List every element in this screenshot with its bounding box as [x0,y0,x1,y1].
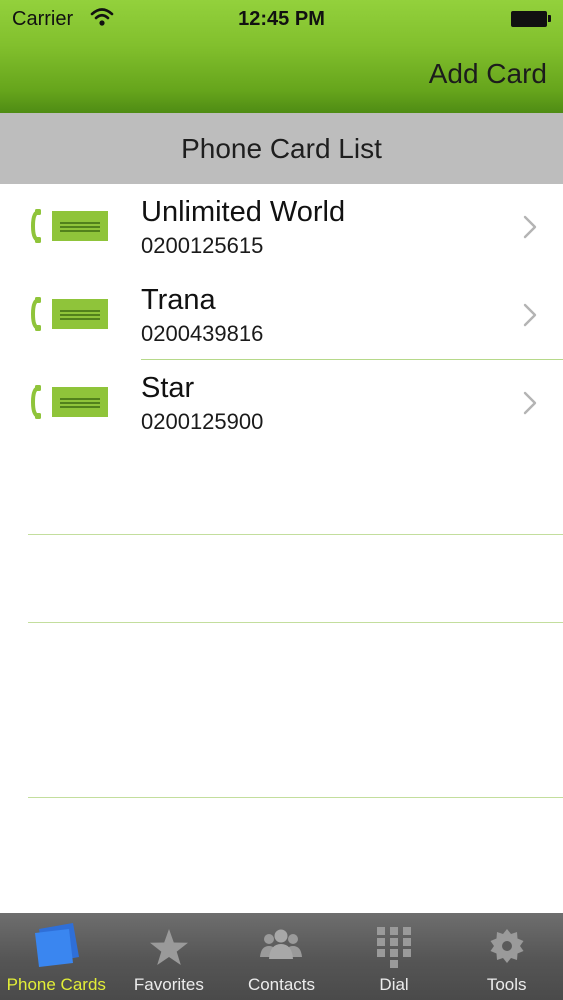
add-card-button[interactable]: Add Card [429,58,547,90]
section-title: Phone Card List [0,113,563,184]
phone-card-icon [30,297,108,331]
chevron-right-icon [523,391,537,415]
tab-contacts[interactable]: Contacts [225,913,338,1000]
card-row-unlimited-world[interactable]: Unlimited World 0200125615 [0,184,563,272]
tab-label: Tools [486,975,527,994]
phone-cards-icon [35,923,80,967]
tab-label: Favorites [133,975,204,994]
empty-row-separator [28,622,563,623]
chevron-right-icon [523,303,537,327]
app-screen: Carrier 12:45 PM Add Card Phone Card Lis… [0,0,563,1000]
card-number: 0200125615 [141,233,264,258]
card-row-trana[interactable]: Trana 0200439816 [0,272,563,360]
card-number: 0200125900 [141,409,264,434]
star-icon [149,929,188,965]
dialpad-icon [377,927,412,968]
tab-bar: Phone Cards Favorites Contacts Dial Tool… [0,913,563,1000]
clock-label: 12:45 PM [238,8,325,30]
empty-row-separator [28,797,563,798]
tab-tools[interactable]: Tools [450,913,563,1000]
tab-label: Dial [379,975,409,994]
navigation-header: Carrier 12:45 PM Add Card [0,0,563,113]
empty-row-separator [28,534,563,535]
card-row-star[interactable]: Star 0200125900 [0,360,563,448]
card-number: 0200439816 [141,321,264,346]
card-name: Star [141,372,195,404]
tab-dial[interactable]: Dial [338,913,451,1000]
phone-card-icon [30,385,108,419]
phone-card-icon [30,209,108,243]
tab-favorites[interactable]: Favorites [113,913,226,1000]
gear-icon [490,929,524,963]
phone-card-list: Unlimited World 0200125615 Trana 0200439… [0,184,563,448]
contacts-icon [260,929,303,959]
tab-phone-cards[interactable]: Phone Cards [0,913,113,1000]
chevron-right-icon [523,215,537,239]
card-name: Trana [141,284,216,316]
card-name: Unlimited World [141,196,346,228]
tab-label: Phone Cards [6,975,106,994]
battery-icon [511,11,551,27]
tab-label: Contacts [247,975,316,994]
